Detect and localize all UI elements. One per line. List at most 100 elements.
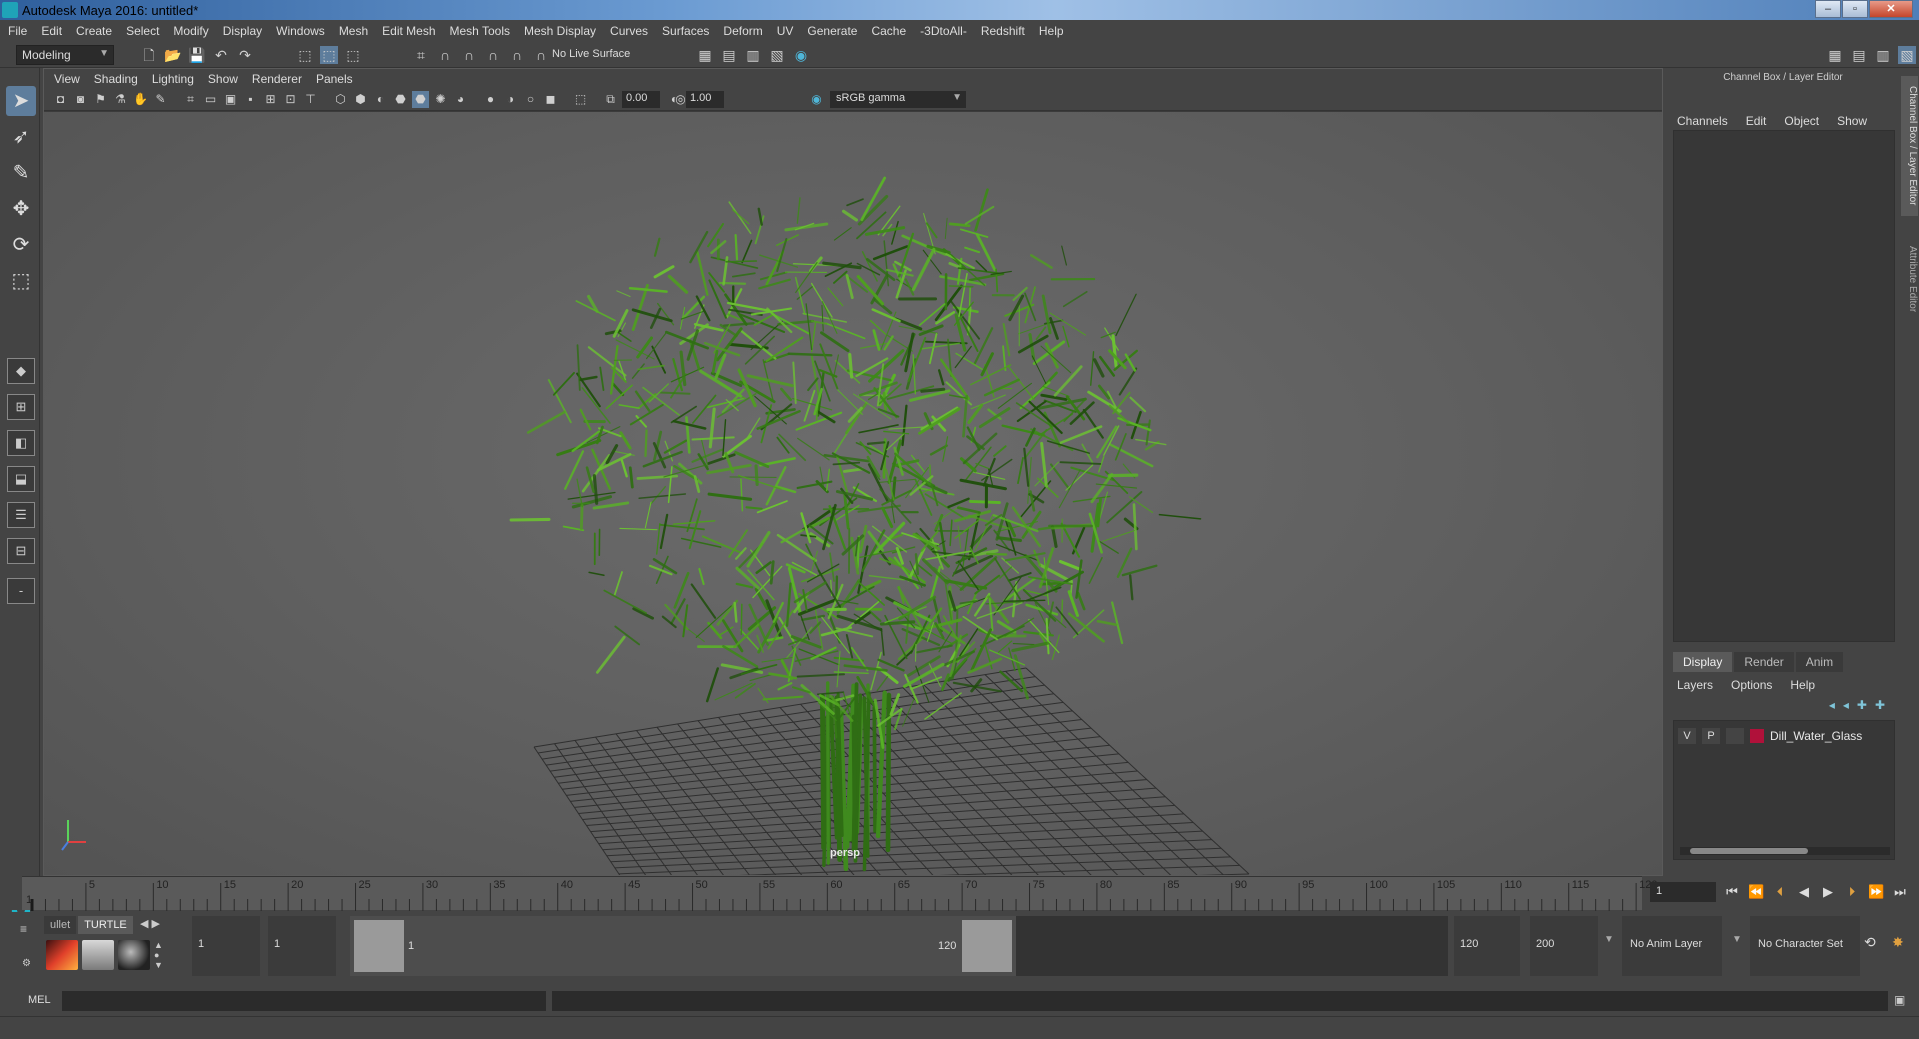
play-backwards-icon[interactable]: ◀: [1796, 884, 1812, 900]
channel-box-icon[interactable]: ▧: [1898, 46, 1916, 64]
menu-edit-mesh[interactable]: Edit Mesh: [382, 24, 435, 38]
shelf-tab-bullet[interactable]: ullet: [44, 916, 77, 934]
default-material-icon[interactable]: ⬣: [392, 91, 409, 108]
maximize-button[interactable]: ▫: [1842, 0, 1868, 18]
hypershade-icon[interactable]: ◉: [792, 46, 810, 64]
new-layer-selected-icon[interactable]: ✚: [1875, 698, 1885, 712]
menu-mesh-display[interactable]: Mesh Display: [524, 24, 596, 38]
color-management-icon[interactable]: ◉: [808, 91, 825, 108]
multisample-aa-icon[interactable]: ○: [522, 91, 539, 108]
perspective-viewport[interactable]: persp: [44, 112, 1662, 875]
layer-visibility-toggle[interactable]: V: [1678, 728, 1696, 744]
current-frame-field[interactable]: 1: [1650, 882, 1716, 902]
layer-playback-toggle[interactable]: P: [1702, 728, 1720, 744]
menu-surfaces[interactable]: Surfaces: [662, 24, 709, 38]
playback-start-field[interactable]: 1: [268, 916, 336, 976]
save-scene-icon[interactable]: 💾: [188, 46, 206, 64]
persp-outliner-layout-icon[interactable]: ◧: [7, 430, 35, 456]
gate-mask-icon[interactable]: ▪: [242, 91, 259, 108]
move-tool-icon[interactable]: ✥: [6, 194, 36, 224]
image-plane-icon[interactable]: ⚗: [112, 91, 129, 108]
anim-layer-select[interactable]: No Anim Layer: [1622, 916, 1722, 976]
turtle-render-icon[interactable]: [46, 940, 78, 970]
playback-end-field[interactable]: 120: [1454, 916, 1520, 976]
tool-settings-icon[interactable]: ▥: [1874, 46, 1892, 64]
menu-edit[interactable]: Edit: [41, 24, 62, 38]
smooth-shade-icon[interactable]: ⬢: [352, 91, 369, 108]
menu-uv[interactable]: UV: [777, 24, 794, 38]
cb-menu-channels[interactable]: Channels: [1677, 114, 1728, 128]
vp-menu-lighting[interactable]: Lighting: [152, 72, 194, 86]
hypershade-layout-icon[interactable]: ⊟: [7, 538, 35, 564]
lasso-tool-icon[interactable]: ➶: [6, 122, 36, 152]
turtle-sphere-icon[interactable]: [118, 940, 150, 970]
menu-3dtoall[interactable]: -3DtoAll-: [920, 24, 967, 38]
select-object-icon[interactable]: ⬚: [320, 46, 338, 64]
render-frame-icon[interactable]: ▤: [720, 46, 738, 64]
animation-end-field[interactable]: 200: [1530, 916, 1598, 976]
2d-pan-zoom-icon[interactable]: ✋: [132, 91, 149, 108]
range-start-handle[interactable]: [354, 920, 404, 972]
range-options-chevron-icon[interactable]: ▼: [1604, 934, 1614, 945]
menu-generate[interactable]: Generate: [807, 24, 857, 38]
snap-curve-icon[interactable]: ∩: [436, 46, 454, 64]
shelf-scroll-arrows[interactable]: ◀ ▶: [140, 917, 160, 930]
vp-menu-view[interactable]: View: [54, 72, 80, 86]
persp-graph-layout-icon[interactable]: ⬓: [7, 466, 35, 492]
menu-redshift[interactable]: Redshift: [981, 24, 1025, 38]
snap-grid-icon[interactable]: ⌗: [412, 46, 430, 64]
menu-curves[interactable]: Curves: [610, 24, 648, 38]
undo-icon[interactable]: ↶: [212, 46, 230, 64]
shadows-icon[interactable]: ◕: [452, 91, 469, 108]
layer-name[interactable]: Dill_Water_Glass: [1770, 729, 1862, 743]
resolution-gate-icon[interactable]: ▣: [222, 91, 239, 108]
step-back-frame-icon[interactable]: ⏴: [1772, 884, 1788, 900]
select-component-icon[interactable]: ⬚: [344, 46, 362, 64]
channel-box-area[interactable]: [1673, 130, 1895, 642]
turtle-bake-icon[interactable]: [82, 940, 114, 970]
tab-attribute-editor[interactable]: Attribute Editor: [1901, 224, 1918, 334]
range-slider[interactable]: 1 120: [350, 916, 1448, 976]
render-view-icon[interactable]: ▦: [696, 46, 714, 64]
layer-color-swatch[interactable]: [1750, 729, 1764, 743]
step-forward-frame-icon[interactable]: ⏵: [1844, 884, 1860, 900]
four-view-layout-icon[interactable]: ⊞: [7, 394, 35, 420]
tab-channel-box[interactable]: Channel Box / Layer Editor: [1901, 76, 1918, 216]
tab-display[interactable]: Display: [1673, 652, 1733, 672]
make-live-icon[interactable]: ∩: [532, 46, 550, 64]
safe-title-icon[interactable]: ⊤: [302, 91, 319, 108]
more-layouts-icon[interactable]: -: [7, 578, 35, 604]
open-scene-icon[interactable]: 📂: [164, 46, 182, 64]
cb-menu-show[interactable]: Show: [1837, 114, 1867, 128]
script-editor-icon[interactable]: ▣: [1894, 993, 1905, 1007]
menu-file[interactable]: File: [8, 24, 27, 38]
grease-pencil-icon[interactable]: ✎: [152, 91, 169, 108]
cb-menu-object[interactable]: Object: [1784, 114, 1819, 128]
field-chart-icon[interactable]: ⊞: [262, 91, 279, 108]
snap-view-icon[interactable]: ∩: [484, 46, 502, 64]
safe-action-icon[interactable]: ⊡: [282, 91, 299, 108]
exposure-field[interactable]: 0.00: [622, 91, 660, 108]
vp-menu-panels[interactable]: Panels: [316, 72, 353, 86]
step-forward-key-icon[interactable]: ⏩: [1868, 884, 1884, 900]
outliner-layout-icon[interactable]: ☰: [7, 502, 35, 528]
close-button[interactable]: ✕: [1869, 0, 1913, 18]
auto-key-icon[interactable]: ⟲: [1864, 934, 1876, 951]
vp-menu-renderer[interactable]: Renderer: [252, 72, 302, 86]
snap-surface-icon[interactable]: ∩: [508, 46, 526, 64]
layer-menu-layers[interactable]: Layers: [1677, 678, 1713, 692]
vp-menu-shading[interactable]: Shading: [94, 72, 138, 86]
shelf-settings-icon[interactable]: ⚙: [22, 958, 31, 969]
ipr-render-icon[interactable]: ▥: [744, 46, 762, 64]
vp-menu-show[interactable]: Show: [208, 72, 238, 86]
tab-render[interactable]: Render: [1734, 652, 1794, 672]
character-set-select[interactable]: No Character Set: [1750, 916, 1860, 976]
screen-space-ao-icon[interactable]: ●: [482, 91, 499, 108]
snap-point-icon[interactable]: ∩: [460, 46, 478, 64]
menu-create[interactable]: Create: [76, 24, 112, 38]
range-end-handle[interactable]: [962, 920, 1012, 972]
time-slider[interactable]: 1 5 10 15 20 25 30 35 40 45 50 55 60 65 70 75 80 85 90 95 1…: [22, 876, 1657, 911]
paint-select-tool-icon[interactable]: ✎: [6, 158, 36, 188]
menu-mesh[interactable]: Mesh: [339, 24, 368, 38]
new-empty-layer-icon[interactable]: ✚: [1857, 698, 1867, 712]
